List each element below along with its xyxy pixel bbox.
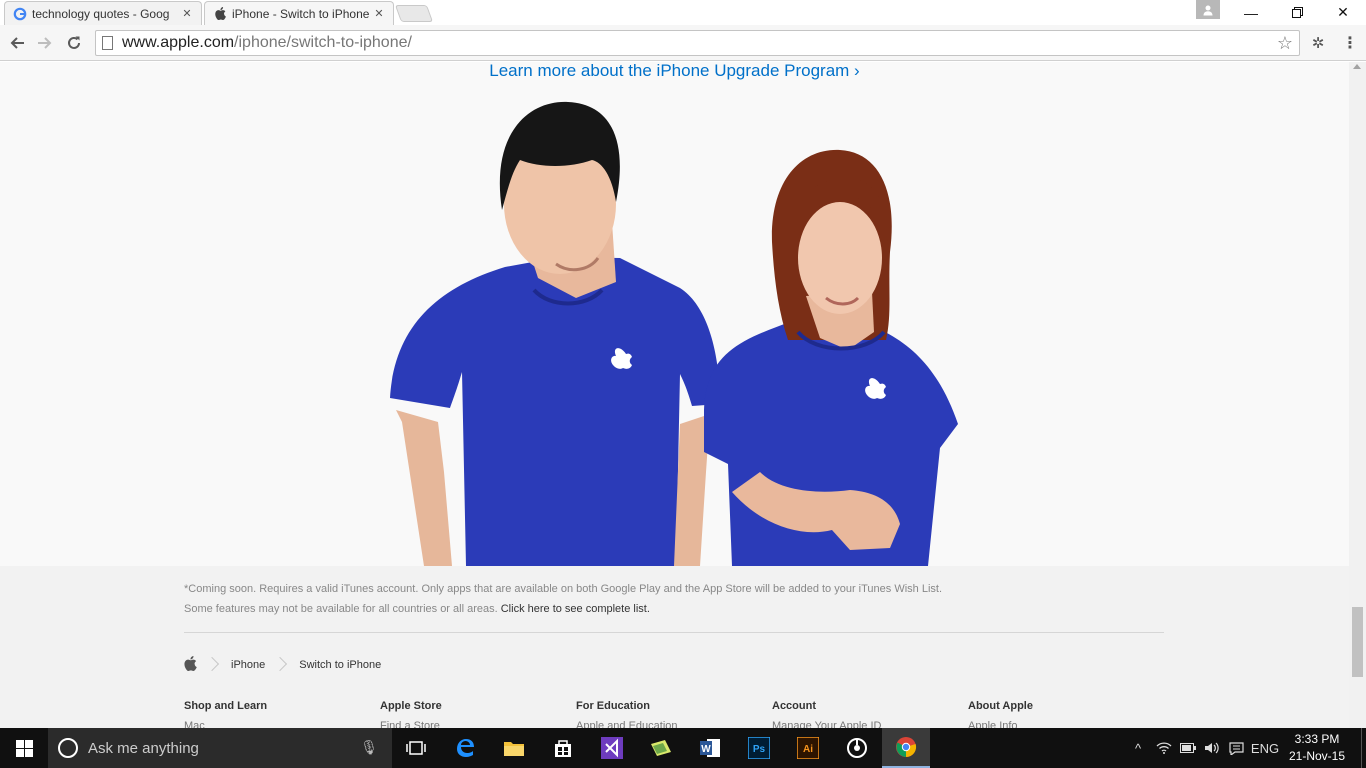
url-host: www.apple.com [122, 34, 235, 51]
upgrade-program-link[interactable]: Learn more about the iPhone Upgrade Prog… [0, 62, 1349, 80]
breadcrumb-separator [207, 655, 215, 675]
apple-logo-icon[interactable] [184, 656, 197, 674]
cortana-icon [58, 738, 78, 758]
visual-studio-icon[interactable] [588, 728, 636, 768]
system-clock[interactable]: 3:33 PM 21-Nov-15 [1286, 731, 1348, 765]
battery-icon[interactable] [1176, 728, 1200, 768]
complete-list-link[interactable]: Click here to see complete list. [501, 603, 650, 615]
page-icon [102, 36, 113, 50]
word-icon[interactable]: W [686, 728, 734, 768]
photoshop-icon[interactable]: Ps [735, 728, 783, 768]
footer-column-account: Account Manage Your Apple ID [772, 699, 968, 728]
tab-title: iPhone - Switch to iPhone [232, 6, 370, 21]
tab-technology-quotes[interactable]: technology quotes - Goog ✕ [4, 1, 202, 25]
user-profile-icon[interactable] [1196, 0, 1220, 19]
page-scrollbar[interactable] [1349, 62, 1366, 728]
windows-start-icon[interactable] [0, 728, 48, 768]
show-hidden-icons-chevron-icon[interactable]: ^ [1128, 728, 1148, 768]
footer-column-title: Account [772, 700, 816, 712]
bookmark-star-icon[interactable]: ☆ [1277, 33, 1293, 54]
hero-section: Learn more about the iPhone Upgrade Prog… [0, 62, 1349, 566]
url-path: /iphone/switch-to-iphone/ [234, 34, 412, 51]
footer-column-title: About Apple [968, 700, 1033, 712]
taskbar: Ask me anything 🎙 W Ps Ai ^ ENG 3:33 PM … [0, 728, 1366, 768]
footer-column-about: About Apple Apple Info [968, 699, 1164, 728]
breadcrumb-switch-to-iphone: Switch to iPhone [299, 659, 382, 671]
edge-icon[interactable] [441, 728, 489, 768]
footnote-itunes: *Coming soon. Requires a valid iTunes ac… [184, 583, 943, 595]
footer-link[interactable]: Mac [184, 719, 380, 728]
apple-icon [213, 7, 227, 21]
close-icon[interactable]: ✕ [1320, 0, 1366, 25]
extension-icon[interactable]: ✲ [1308, 33, 1328, 53]
footnote-features: Some features may not be available for a… [184, 599, 1164, 619]
minimize-icon[interactable]: — [1228, 0, 1274, 25]
clock-date: 21-Nov-15 [1288, 749, 1346, 763]
scrollbar-thumb[interactable] [1352, 607, 1363, 677]
wifi-icon[interactable] [1152, 728, 1176, 768]
apple-specialists-image [390, 101, 958, 566]
svg-text:W: W [701, 744, 711, 755]
photos-icon[interactable] [637, 728, 685, 768]
new-tab-button[interactable] [394, 5, 434, 22]
file-explorer-icon[interactable] [490, 728, 538, 768]
footer-divider [184, 632, 1164, 633]
chrome-icon[interactable] [882, 728, 930, 768]
footer-link[interactable]: Manage Your Apple ID [772, 719, 968, 728]
breadcrumb-iphone[interactable]: iPhone [231, 659, 265, 671]
footer-link[interactable]: Apple Info [968, 719, 1164, 728]
menu-icon[interactable]: ⋮ [1340, 33, 1360, 53]
page-viewport: Learn more about the iPhone Upgrade Prog… [0, 62, 1349, 728]
footer-column-store: Apple Store Find a Store [380, 699, 576, 728]
svg-text:Ps: Ps [753, 744, 766, 755]
tab-switch-to-iphone[interactable]: iPhone - Switch to iPhone ✕ [204, 1, 394, 25]
google-icon [13, 7, 27, 21]
restore-icon[interactable] [1274, 0, 1320, 25]
show-desktop-button[interactable] [1361, 728, 1366, 768]
address-bar[interactable]: www.apple.com/iphone/switch-to-iphone/ ☆ [95, 30, 1300, 56]
page-footer: *Coming soon. Requires a valid iTunes ac… [184, 566, 1164, 728]
notifications-icon[interactable] [1224, 728, 1248, 768]
search-placeholder: Ask me anything [88, 739, 199, 757]
tab-strip: technology quotes - Goog ✕ iPhone - Swit… [0, 0, 1366, 25]
reload-icon[interactable] [63, 32, 85, 54]
footer-column-shop: Shop and Learn Mac [184, 699, 380, 728]
footer-link[interactable]: Apple and Education [576, 719, 772, 728]
back-arrow-icon[interactable] [6, 32, 28, 54]
tab-title: technology quotes - Goog [32, 6, 170, 21]
browser-toolbar: www.apple.com/iphone/switch-to-iphone/ ☆… [0, 25, 1366, 61]
footer-column-title: Shop and Learn [184, 700, 268, 712]
footer-column-title: For Education [576, 700, 650, 712]
volume-icon[interactable] [1200, 728, 1224, 768]
cortana-search-box[interactable]: Ask me anything 🎙 [48, 728, 392, 768]
microphone-icon[interactable]: 🎙 [360, 739, 378, 756]
language-indicator[interactable]: ENG [1248, 728, 1282, 768]
tab-close-icon[interactable]: ✕ [181, 7, 193, 20]
clock-time: 3:33 PM [1294, 732, 1340, 746]
footer-column-education: For Education Apple and Education [576, 699, 772, 728]
scroll-up-arrow-icon[interactable] [1353, 64, 1361, 69]
task-view-icon[interactable] [392, 728, 440, 768]
footer-directory: Shop and Learn Mac Apple Store Find a St… [184, 699, 1164, 728]
footer-column-title: Apple Store [380, 700, 442, 712]
illustrator-icon[interactable]: Ai [784, 728, 832, 768]
store-icon[interactable] [539, 728, 587, 768]
footnote-features-text: Some features may not be available for a… [184, 603, 498, 615]
tab-close-icon[interactable]: ✕ [373, 7, 385, 20]
breadcrumb-separator [275, 655, 283, 675]
breadcrumb: iPhone Switch to iPhone [184, 655, 1164, 675]
forward-arrow-icon[interactable] [34, 32, 56, 54]
groove-music-icon[interactable] [833, 728, 881, 768]
svg-text:Ai: Ai [803, 744, 813, 755]
footer-link[interactable]: Find a Store [380, 719, 576, 728]
